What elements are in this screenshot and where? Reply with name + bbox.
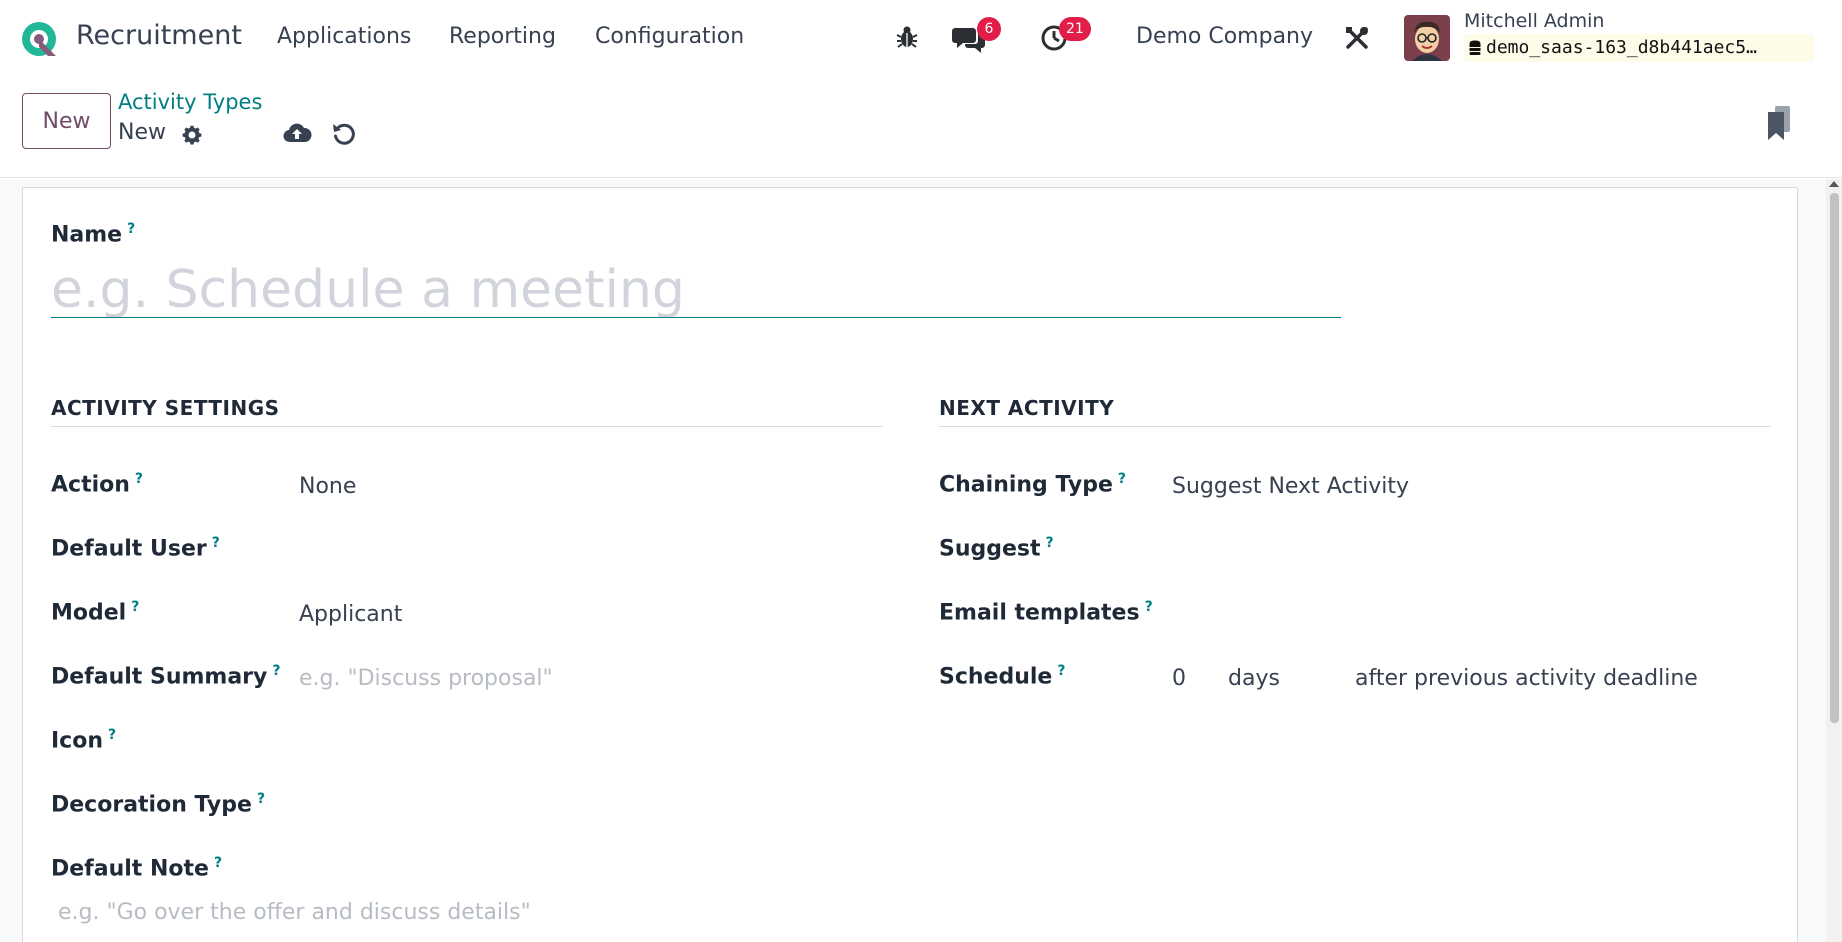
activities-badge: 21	[1059, 17, 1091, 41]
scroll-thumb[interactable]	[1830, 193, 1839, 723]
decoration-type-label-text: Decoration Type	[51, 792, 252, 818]
suggest-label-text: Suggest	[939, 536, 1041, 562]
company-switcher[interactable]: Demo Company	[1136, 24, 1313, 49]
bug-icon[interactable]	[896, 25, 918, 49]
default-user-label: Default User?	[51, 535, 220, 561]
user-avatar[interactable]	[1404, 15, 1450, 61]
chaining-type-label-text: Chaining Type	[939, 472, 1113, 498]
save-cloud-icon[interactable]	[282, 120, 312, 148]
action-label-text: Action	[51, 472, 130, 498]
model-label-text: Model	[51, 600, 127, 626]
app-name[interactable]: Recruitment	[76, 20, 242, 51]
chaining-type-help[interactable]: ?	[1118, 471, 1126, 487]
default-user-label-text: Default User	[51, 536, 207, 562]
default-note-label-text: Default Note	[51, 856, 209, 882]
default-user-field[interactable]	[299, 538, 859, 568]
chaining-type-select[interactable]: Suggest Next Activity	[1172, 474, 1409, 499]
activity-settings-divider	[51, 426, 883, 427]
schedule-label: Schedule?	[939, 663, 1065, 689]
default-summary-input[interactable]: e.g. "Discuss proposal"	[299, 666, 553, 691]
action-select[interactable]: None	[299, 474, 356, 499]
default-summary-label-text: Default Summary	[51, 664, 268, 690]
default-summary-label: Default Summary?	[51, 663, 281, 689]
action-help[interactable]: ?	[135, 471, 143, 487]
menu-configuration[interactable]: Configuration	[595, 24, 744, 49]
menu-reporting[interactable]: Reporting	[449, 24, 556, 49]
user-name[interactable]: Mitchell Admin	[1464, 10, 1604, 32]
next-activity-divider	[939, 426, 1771, 427]
icon-label: Icon?	[51, 727, 116, 753]
default-note-help[interactable]: ?	[214, 855, 222, 871]
email-templates-label: Email templates?	[939, 599, 1153, 625]
bookmark-icon[interactable]	[1766, 106, 1792, 142]
breadcrumb-parent[interactable]: Activity Types	[118, 90, 262, 114]
page-scrollbar[interactable]	[1826, 179, 1842, 942]
email-templates-label-text: Email templates	[939, 600, 1140, 626]
suggest-help[interactable]: ?	[1046, 535, 1054, 551]
icon-label-text: Icon	[51, 728, 104, 754]
icon-field[interactable]	[299, 730, 859, 760]
decoration-type-field[interactable]	[299, 794, 859, 824]
next-activity-title: NEXT ACTIVITY	[939, 396, 1115, 420]
discard-undo-icon[interactable]	[330, 120, 358, 148]
menu-applications[interactable]: Applications	[277, 24, 411, 49]
database-chip: demo_saas-163_d8b441aec5…	[1464, 34, 1814, 62]
chaining-type-label: Chaining Type?	[939, 471, 1126, 497]
gear-icon[interactable]	[180, 123, 204, 147]
form-content: Name? ACTIVITY SETTINGS Action? None Def…	[0, 179, 1842, 942]
icon-help[interactable]: ?	[108, 727, 116, 743]
tools-icon[interactable]	[1344, 25, 1370, 51]
database-icon	[1469, 40, 1481, 55]
name-help[interactable]: ?	[127, 221, 135, 237]
name-label-text: Name	[51, 222, 123, 248]
model-help[interactable]: ?	[131, 599, 139, 615]
email-templates-field[interactable]	[1172, 602, 1762, 632]
database-name: demo_saas-163_d8b441aec5…	[1486, 37, 1757, 58]
scroll-up-arrow-icon[interactable]	[1829, 181, 1839, 187]
schedule-from-select[interactable]: after previous activity deadline	[1355, 666, 1698, 691]
default-summary-help[interactable]: ?	[272, 663, 280, 679]
suggest-field[interactable]	[1172, 538, 1762, 568]
form-sheet: Name? ACTIVITY SETTINGS Action? None Def…	[22, 187, 1798, 942]
schedule-count-input[interactable]: 0	[1172, 666, 1186, 691]
name-input[interactable]	[51, 263, 1341, 318]
suggest-label: Suggest?	[939, 535, 1054, 561]
schedule-help[interactable]: ?	[1057, 663, 1065, 679]
recruitment-logo-icon[interactable]	[20, 20, 58, 58]
default-note-input[interactable]: e.g. "Go over the offer and discuss deta…	[58, 900, 531, 925]
messages-badge: 6	[977, 17, 1001, 41]
action-label: Action?	[51, 471, 143, 497]
model-field[interactable]: Applicant	[299, 602, 402, 627]
decoration-type-help[interactable]: ?	[257, 791, 265, 807]
model-label: Model?	[51, 599, 139, 625]
control-panel: New Activity Types New	[0, 78, 1842, 178]
top-navbar: Recruitment Applications Reporting Confi…	[0, 0, 1842, 78]
schedule-unit-select[interactable]: days	[1228, 666, 1280, 691]
avatar-image	[1404, 15, 1450, 61]
name-label: Name?	[51, 221, 135, 247]
activity-settings-title: ACTIVITY SETTINGS	[51, 396, 280, 420]
default-note-label: Default Note?	[51, 855, 222, 881]
breadcrumb-current: New	[118, 120, 166, 145]
email-templates-help[interactable]: ?	[1145, 599, 1153, 615]
new-button[interactable]: New	[22, 93, 111, 149]
schedule-label-text: Schedule	[939, 664, 1053, 690]
default-user-help[interactable]: ?	[212, 535, 220, 551]
decoration-type-label: Decoration Type?	[51, 791, 265, 817]
